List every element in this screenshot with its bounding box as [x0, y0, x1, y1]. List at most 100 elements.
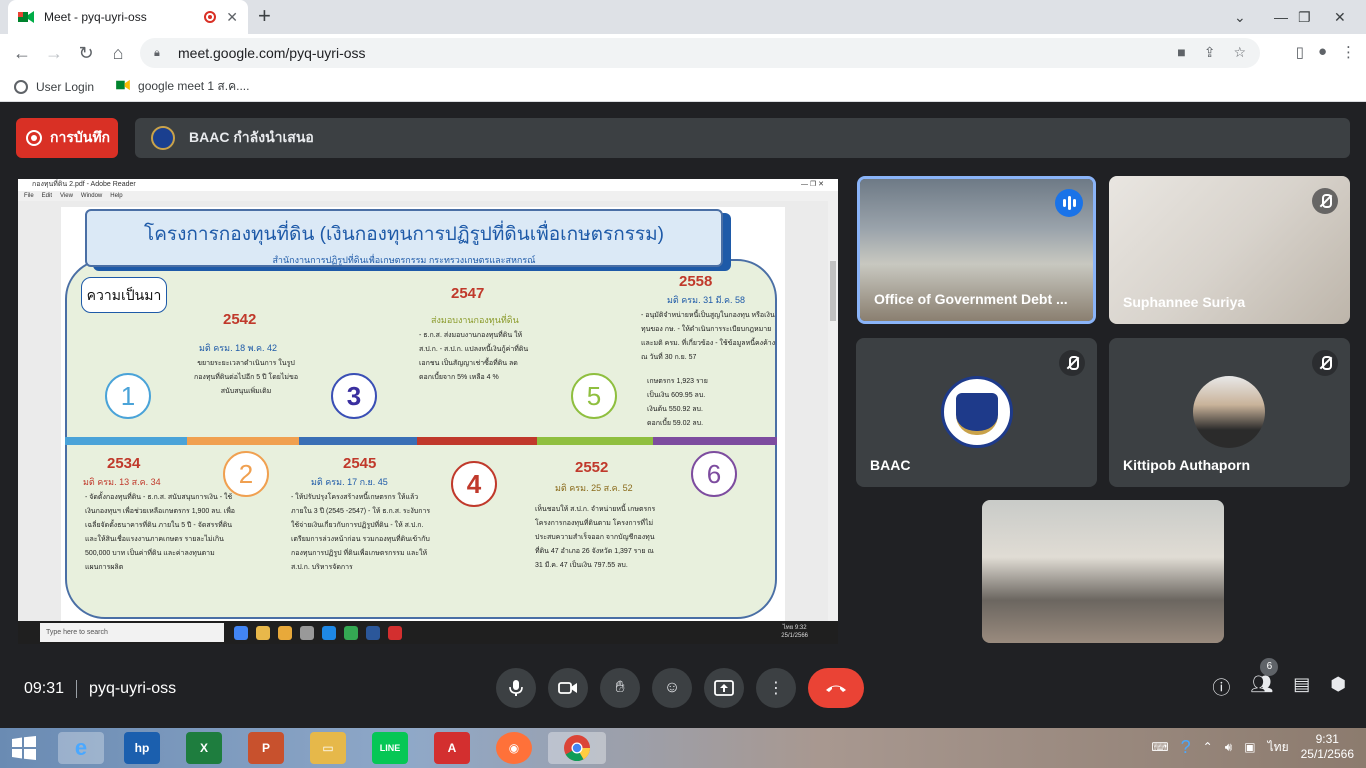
reactions-button[interactable]: ☺: [652, 668, 692, 708]
participant-tile-ogd[interactable]: Office of Government Debt ...: [857, 176, 1096, 324]
windows-logo-icon: [12, 736, 36, 760]
activities-icon[interactable]: ⬢: [1330, 674, 1346, 700]
taskbar-chrome[interactable]: [548, 732, 606, 764]
menu-file: File: [24, 193, 34, 199]
resolution-3: มติ ครม. 17 ก.ย. 45: [311, 477, 388, 487]
people-button[interactable]: 👥︎ 6: [1250, 658, 1279, 700]
taskbar-line[interactable]: LINE: [372, 732, 408, 764]
globe-icon: [14, 79, 28, 94]
reader-document: โครงการกองทุนที่ดิน (เงินกองทุนการปฏิรูป…: [18, 201, 838, 621]
tab-search-icon[interactable]: ⌄: [1234, 0, 1246, 34]
profile-icon[interactable]: ●: [1318, 43, 1327, 61]
year-2545: 2545: [343, 455, 377, 472]
meet-stage: การบันทึก BAAC กำลังนำเสนอ กองทุนที่ดิน …: [0, 103, 1366, 728]
chrome-icon: [564, 735, 591, 762]
address-bar[interactable]: 🔒︎ meet.google.com/pyq-uyri-oss ■ ⇪ ☆: [140, 38, 1260, 68]
more-vert-icon: ⋮: [768, 680, 784, 697]
bookmark-user-login[interactable]: User Login: [14, 79, 94, 94]
menu-window: Window: [80, 193, 103, 199]
menu-kebab-icon[interactable]: ⋮: [1341, 43, 1356, 61]
participant-tile-suphannee[interactable]: Suphannee Suriya: [1109, 176, 1350, 324]
camera-button[interactable]: [548, 668, 588, 708]
help-icon[interactable]: ?: [1181, 737, 1191, 758]
taskbar-excel[interactable]: X: [186, 732, 222, 764]
debt-row: เงินต้น 550.92 ลบ.: [647, 403, 757, 417]
folder-icon: [256, 625, 270, 640]
taskbar-powerpoint[interactable]: P: [248, 732, 284, 764]
meet-control-bar: 09:31 pyq-uyri-oss ✋︎ ☺ ⋮ ⓘ 👥︎ 6 ▤ ⬢: [0, 658, 1366, 728]
resolution-2: มติ ครม. 18 พ.ค. 42: [199, 343, 278, 353]
debt-value: 1,923: [676, 378, 695, 385]
recording-indicator-icon: [204, 11, 217, 23]
shared-lang: ไทย: [782, 625, 794, 631]
tab-close-icon[interactable]: ✕: [226, 9, 238, 26]
taskbar-ie[interactable]: e: [58, 732, 104, 764]
forward-icon[interactable]: →: [38, 43, 70, 64]
resolution-5: มติ ครม. 25 ส.ค. 52: [555, 483, 633, 493]
timeline-segment: [653, 437, 777, 445]
menu-edit: Edit: [41, 193, 53, 199]
divider: [76, 680, 78, 698]
restore-icon[interactable]: ❐: [1298, 0, 1311, 34]
step-1-circle: 1: [105, 373, 151, 419]
taskbar-clock[interactable]: 9:31 25/1/2566: [1301, 732, 1354, 762]
chrome-icon: [234, 625, 248, 640]
taskbar-file-explorer[interactable]: ▭: [310, 732, 346, 764]
bookmark-google-meet[interactable]: google meet 1 ส.ค....: [116, 77, 249, 96]
home-icon[interactable]: ⌂: [102, 43, 134, 64]
meeting-details-icon[interactable]: ⓘ: [1212, 674, 1230, 700]
more-options-button[interactable]: ⋮: [756, 668, 796, 708]
mic-button[interactable]: [496, 668, 536, 708]
share-icon[interactable]: ⇪: [1204, 44, 1216, 61]
step-5-text: เห็นชอบให้ ส.ป.ก. จำหน่ายหนี้ เกษตรกรโคร…: [535, 506, 656, 569]
participant-tile-kittipob[interactable]: Kittipob Authaporn: [1109, 338, 1350, 487]
back-icon[interactable]: ←: [6, 43, 38, 64]
start-button[interactable]: [6, 732, 42, 764]
meeting-info: 09:31 pyq-uyri-oss: [24, 680, 176, 698]
close-window-icon[interactable]: ✕: [1334, 0, 1346, 34]
reload-icon[interactable]: ↻: [70, 43, 102, 64]
browser-tab[interactable]: Meet - pyq-uyri-oss ✕: [8, 0, 248, 34]
keyboard-icon[interactable]: ⌨: [1151, 740, 1168, 754]
input-language[interactable]: ไทย: [1268, 738, 1289, 757]
folder-icon: ▭: [322, 741, 334, 755]
shared-screen: กองทุนที่ดิน 2.pdf - Adobe Reader — ❐ ✕ …: [18, 179, 838, 644]
end-call-button[interactable]: [808, 668, 864, 708]
bookmark-star-icon[interactable]: ☆: [1233, 44, 1246, 61]
debt-label: เกษตรกร: [647, 378, 675, 385]
lock-icon: 🔒︎: [154, 47, 160, 59]
participant-tile-baac[interactable]: BAAC: [856, 338, 1097, 487]
taskbar-firefox[interactable]: ◉: [496, 732, 532, 764]
new-tab-button[interactable]: +: [258, 5, 271, 27]
step-6-circle: 6: [691, 451, 737, 497]
year-2547: 2547: [451, 285, 485, 302]
timeline-segment: [65, 437, 187, 445]
camera-icon: [558, 682, 577, 694]
windows-taskbar: e hp X P ▭ LINE A ◉ ⌨ ? ⌃ 🔊︎ ▣ ไทย 9:31 …: [0, 728, 1366, 768]
meeting-code: pyq-uyri-oss: [89, 680, 177, 697]
network-icon[interactable]: ▣: [1244, 740, 1255, 754]
slide-header: โครงการกองทุนที่ดิน (เงินกองทุนการปฏิรูป…: [85, 209, 723, 267]
debt-table: เกษตรกร 1,923 ราย เป็นเงิน 609.95 ลบ. เง…: [647, 375, 757, 431]
record-icon: [26, 130, 42, 146]
recording-button[interactable]: การบันทึก: [16, 118, 118, 158]
present-button[interactable]: [704, 668, 744, 708]
recording-label: การบันทึก: [50, 129, 111, 145]
side-panel-icon[interactable]: ▯: [1296, 43, 1304, 61]
volume-icon[interactable]: 🔊︎: [1225, 740, 1233, 755]
mic-icon: [509, 680, 523, 696]
raise-hand-button[interactable]: ✋︎: [600, 668, 640, 708]
camera-permission-icon[interactable]: ■: [1177, 44, 1185, 61]
side-controls: ⓘ 👥︎ 6 ▤ ⬢: [1212, 658, 1346, 700]
reader-titlebar: กองทุนที่ดิน 2.pdf - Adobe Reader — ❐ ✕: [18, 179, 838, 191]
taskbar-acrobat[interactable]: A: [434, 732, 470, 764]
minimize-icon[interactable]: —: [1274, 0, 1288, 34]
year-2542: 2542: [223, 311, 257, 328]
participant-name: BAAC: [870, 457, 911, 473]
show-hidden-icon[interactable]: ⌃: [1203, 740, 1213, 754]
excel-icon: X: [199, 741, 208, 755]
chat-icon[interactable]: ▤: [1293, 674, 1310, 700]
self-view-tile[interactable]: [982, 500, 1224, 643]
ie-icon: [322, 625, 336, 640]
taskbar-hp[interactable]: hp: [124, 732, 160, 764]
